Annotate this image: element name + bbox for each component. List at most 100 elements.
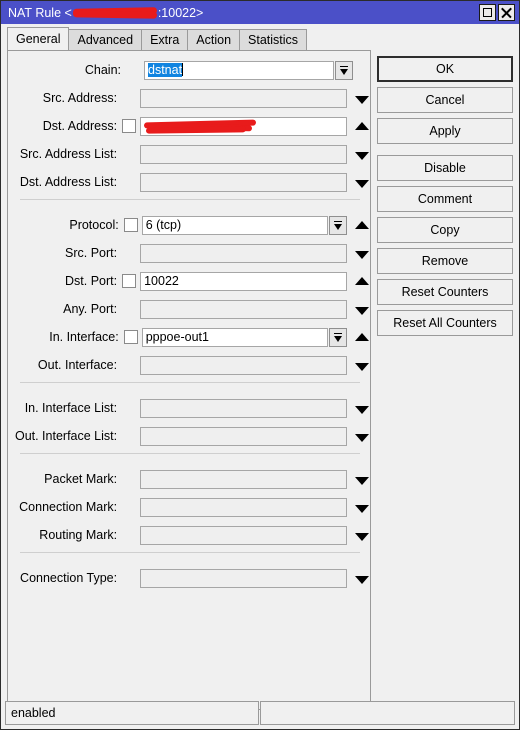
field-label: Src. Address List: [19,147,118,161]
redacted-value [144,119,257,134]
section-divider [20,453,360,454]
field-row: Routing Mark: [8,524,370,546]
field-label: Connection Type: [20,571,118,585]
window-title-suffix: :10022> [157,5,204,20]
expand-arrow-icon[interactable] [352,526,370,545]
comment-button[interactable]: Comment [377,186,513,212]
apply-button[interactable]: Apply [377,118,513,144]
negate-checkbox[interactable] [123,330,138,344]
field-label: Src. Port: [65,246,118,260]
expand-arrow-icon[interactable] [352,300,370,319]
field-row: Any. Port: [8,298,370,320]
status-bar: enabled [5,701,515,725]
action-button-column: OK Cancel Apply Disable Comment Copy Remove Res… [377,56,513,341]
copy-button[interactable]: Copy [377,217,513,243]
tab-advanced[interactable]: Advanced [68,29,143,50]
tab-bar: General Advanced Extra Action Statistics [7,27,308,50]
field-label: Dst. Address List: [19,175,118,189]
field-value: dstnat [148,62,183,77]
expand-arrow-icon[interactable] [352,569,370,588]
field-value: pppoe-out1 [145,329,209,344]
field-input[interactable] [140,426,347,446]
remove-button[interactable]: Remove [377,248,513,274]
close-icon[interactable] [498,4,515,21]
negate-checkbox[interactable] [123,218,138,232]
title-bar: NAT Rule < :10022> [1,1,519,24]
field-row: In. Interface List: [8,397,370,419]
field-input[interactable] [140,116,347,136]
collapse-arrow-icon[interactable] [352,328,370,347]
collapse-arrow-icon[interactable] [352,216,370,235]
collapse-arrow-icon[interactable] [352,117,370,136]
field-input[interactable]: dstnat [144,60,334,80]
negate-checkbox[interactable] [122,274,137,288]
status-secondary [260,701,515,725]
field-row: Src. Address: [8,87,370,109]
tab-statistics[interactable]: Statistics [239,29,308,50]
section-divider [20,382,360,383]
expand-arrow-icon[interactable] [352,244,370,263]
field-row: Out. Interface: [8,354,370,376]
redacted-address [73,7,157,18]
field-label: Connection Mark: [19,500,118,514]
field-label: Dst. Port: [65,274,118,288]
maximize-icon[interactable] [479,4,496,21]
section-divider [20,552,360,553]
reset-counters-button[interactable]: Reset Counters [377,279,513,305]
field-label: In. Interface List: [24,401,118,415]
window-controls [479,4,517,21]
collapse-arrow-icon[interactable] [352,272,370,291]
expand-arrow-icon[interactable] [352,427,370,446]
dropdown-toggle-icon[interactable] [329,215,347,235]
expand-arrow-icon[interactable] [352,173,370,192]
disable-button[interactable]: Disable [377,155,513,181]
field-row: Out. Interface List: [8,425,370,447]
window-body: General Advanced Extra Action Statistics Cha… [1,24,519,729]
field-input[interactable] [140,568,347,588]
status-state: enabled [5,701,259,725]
field-label: Protocol: [69,218,119,232]
window-title-prefix: NAT Rule < [8,5,72,20]
field-label: Packet Mark: [44,472,118,486]
expand-arrow-icon[interactable] [352,356,370,375]
expand-arrow-icon[interactable] [352,145,370,164]
field-input[interactable]: pppoe-out1 [141,327,328,347]
field-input[interactable] [140,398,347,418]
field-row: In. Interface: pppoe-out1 [8,326,370,348]
field-input[interactable] [140,355,347,375]
field-label: Out. Interface List: [14,429,118,443]
tab-action[interactable]: Action [187,29,241,50]
field-input[interactable] [140,88,347,108]
expand-arrow-icon[interactable] [352,399,370,418]
field-input[interactable]: 10022 [140,271,347,291]
expand-arrow-icon[interactable] [352,89,370,108]
field-row: Src. Port: [8,242,370,264]
section-divider [20,199,360,200]
field-label: Chain: [84,63,121,77]
field-input[interactable] [140,299,347,319]
field-row: Protocol: 6 (tcp) [8,214,370,236]
field-input[interactable] [140,497,347,517]
field-row: Packet Mark: [8,468,370,490]
field-input[interactable] [140,144,347,164]
field-input[interactable] [140,172,347,192]
field-input[interactable] [140,243,347,263]
tab-extra[interactable]: Extra [141,29,189,50]
field-input[interactable] [140,525,347,545]
window-title: NAT Rule < :10022> [8,6,203,20]
field-input[interactable] [140,469,347,489]
general-tab-panel: Chain: dstnat Src. Address: Dst. Address: Sr… [7,50,371,710]
cancel-button[interactable]: Cancel [377,87,513,113]
field-label: Dst. Address: [42,119,118,133]
expand-arrow-icon[interactable] [352,498,370,517]
reset-all-counters-button[interactable]: Reset All Counters [377,310,513,336]
tab-general[interactable]: General [7,27,70,50]
field-input[interactable]: 6 (tcp) [141,215,328,235]
dropdown-toggle-icon[interactable] [329,327,347,347]
field-row: Chain: dstnat [8,59,370,81]
field-row: Dst. Address List: [8,171,370,193]
dropdown-toggle-icon[interactable] [335,60,353,80]
negate-checkbox[interactable] [122,119,137,133]
ok-button[interactable]: OK [377,56,513,82]
expand-arrow-icon[interactable] [352,470,370,489]
